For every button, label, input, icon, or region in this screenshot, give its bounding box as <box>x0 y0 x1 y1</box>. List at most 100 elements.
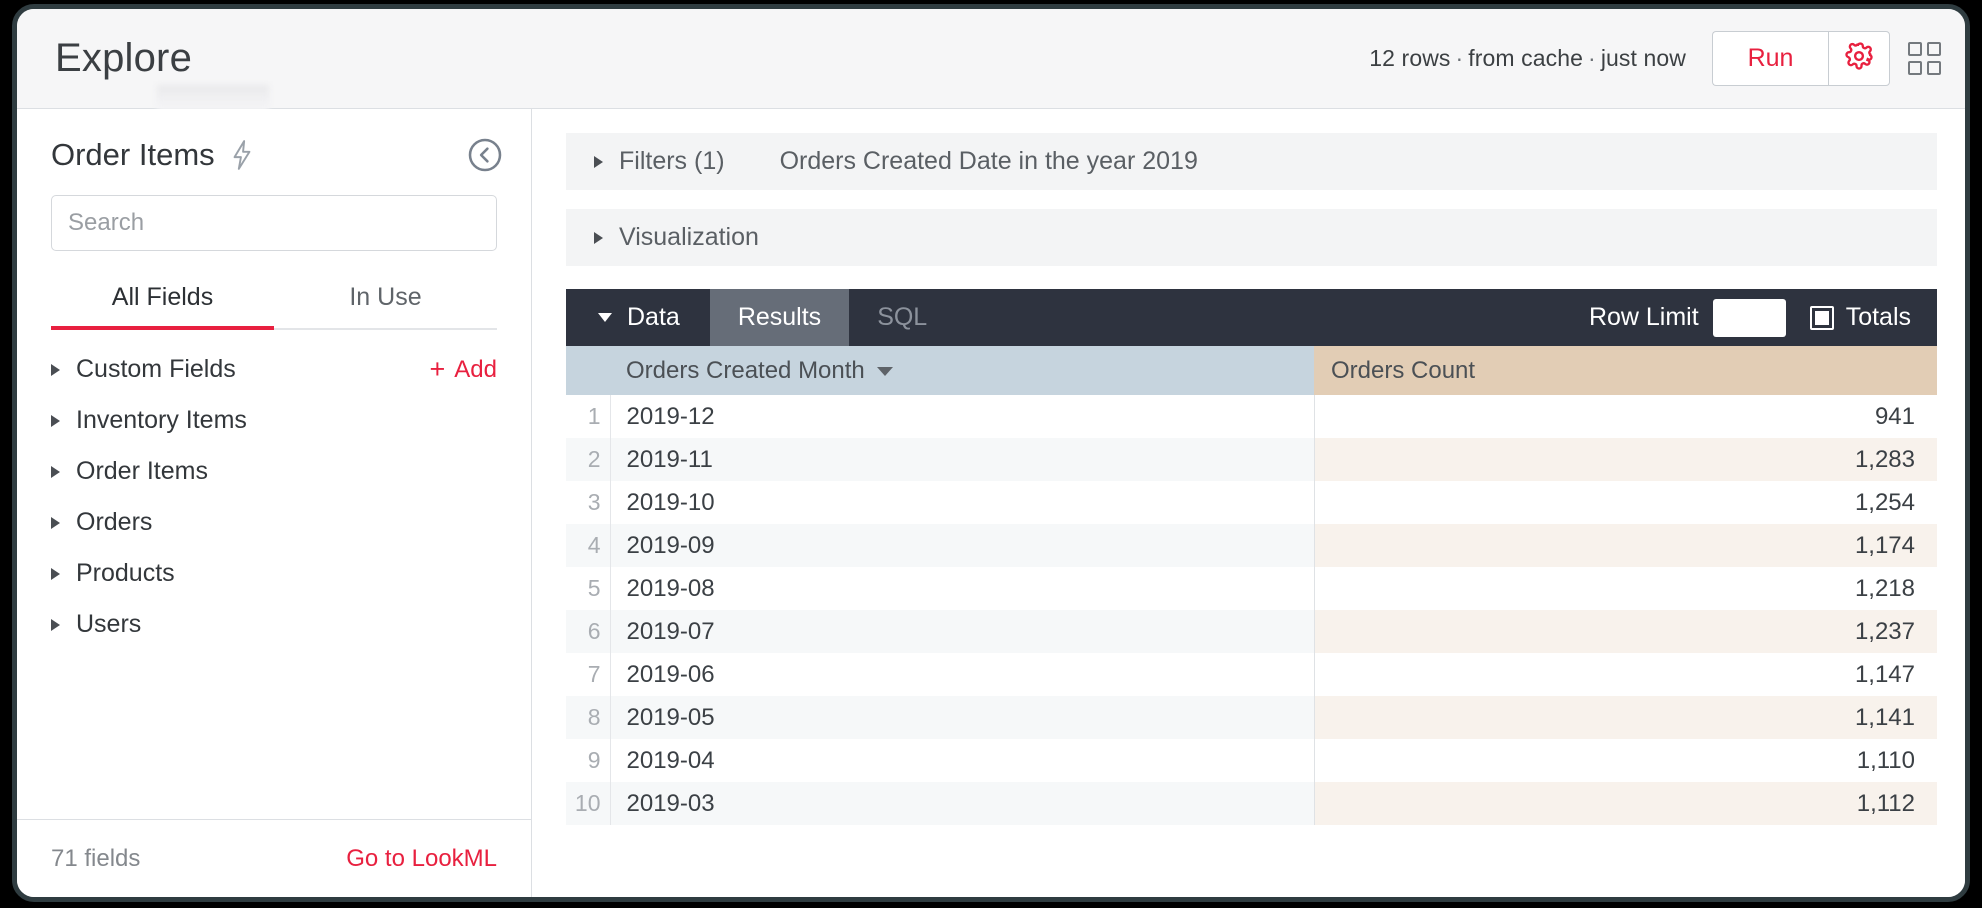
table-row[interactable]: 7 2019-06 1,147 <box>566 653 1937 696</box>
table-row[interactable]: 1 2019-12 941 <box>566 395 1937 438</box>
row-index-cell: 5 <box>566 567 611 610</box>
plus-icon: + <box>429 354 446 384</box>
cell-orders-created-month[interactable]: 2019-09 <box>610 524 1315 567</box>
row-index-cell: 3 <box>566 481 611 524</box>
cell-orders-count[interactable]: 1,110 <box>1314 739 1937 782</box>
chevron-right-icon <box>51 516 60 529</box>
grid-icon[interactable] <box>1908 42 1941 75</box>
visualization-accordion[interactable]: Visualization <box>566 209 1937 266</box>
field-group-users[interactable]: Users <box>51 599 497 650</box>
tab-results[interactable]: Results <box>709 289 850 346</box>
tab-sql[interactable]: SQL <box>849 289 955 346</box>
cell-orders-count[interactable]: 1,254 <box>1314 481 1937 524</box>
chevron-right-icon <box>594 155 603 168</box>
field-group-order-items[interactable]: Order Items <box>51 446 497 497</box>
cell-orders-created-month[interactable]: 2019-05 <box>610 696 1315 739</box>
row-limit-group: Row Limit Totals <box>1588 298 1937 337</box>
field-group-orders[interactable]: Orders <box>51 497 497 548</box>
totals-toggle[interactable]: Totals <box>1809 303 1911 332</box>
add-custom-field-button[interactable]: + Add <box>430 356 497 384</box>
row-index-cell: 4 <box>566 524 611 567</box>
cell-orders-count[interactable]: 1,141 <box>1314 696 1937 739</box>
table-row[interactable]: 3 2019-10 1,254 <box>566 481 1937 524</box>
row-limit-input[interactable] <box>1712 298 1786 337</box>
column-header-orders-count[interactable]: Orders Count <box>1314 346 1937 395</box>
add-label: Add <box>454 355 497 383</box>
cell-orders-created-month[interactable]: 2019-12 <box>610 395 1315 438</box>
chevron-right-icon <box>51 618 60 631</box>
field-group-label: Inventory Items <box>76 406 247 434</box>
lightning-bolt-icon[interactable] <box>229 139 255 171</box>
chevron-right-icon <box>51 567 60 580</box>
table-header-row: Orders Created Month Orders Count <box>566 346 1937 395</box>
query-source: from cache <box>1468 45 1584 71</box>
page-title: Explore <box>55 36 193 80</box>
cell-orders-created-month[interactable]: 2019-10 <box>610 481 1315 524</box>
cell-orders-count[interactable]: 1,112 <box>1314 782 1937 825</box>
column-header-orders-created-month[interactable]: Orders Created Month <box>610 346 1314 395</box>
status-separator-2: · <box>1588 45 1596 71</box>
chevron-down-icon <box>598 313 612 322</box>
data-section-toggle[interactable]: Data <box>566 289 710 346</box>
field-group-inventory-items[interactable]: Inventory Items <box>51 395 497 446</box>
cell-orders-count[interactable]: 1,174 <box>1314 524 1937 567</box>
application-window: Explore 12 rows · from cache · just now Run <box>12 4 1970 902</box>
tab-all-fields[interactable]: All Fields <box>51 277 274 330</box>
grid-cell-3 <box>1908 61 1922 75</box>
filters-accordion[interactable]: Filters (1) Orders Created Date in the y… <box>566 133 1937 190</box>
main-layout: Order Items All Fields In <box>17 109 1965 897</box>
run-button[interactable]: Run <box>1712 31 1828 86</box>
row-index-cell: 2 <box>566 438 611 481</box>
table-row[interactable]: 2 2019-11 1,283 <box>566 438 1937 481</box>
cell-orders-count[interactable]: 1,147 <box>1314 653 1937 696</box>
gear-icon <box>1844 41 1874 76</box>
field-group-custom-fields[interactable]: Custom Fields + Add <box>51 344 497 395</box>
cell-orders-count[interactable]: 1,237 <box>1314 610 1937 653</box>
cell-orders-created-month[interactable]: 2019-06 <box>610 653 1315 696</box>
explore-name: Order Items <box>51 137 215 172</box>
field-group-label: Products <box>76 559 175 587</box>
cell-orders-created-month[interactable]: 2019-11 <box>610 438 1315 481</box>
go-to-lookml-link[interactable]: Go to LookML <box>346 845 497 873</box>
table-row[interactable]: 6 2019-07 1,237 <box>566 610 1937 653</box>
cell-orders-created-month[interactable]: 2019-04 <box>610 739 1315 782</box>
chevron-right-icon <box>51 465 60 478</box>
chevron-right-icon <box>51 414 60 427</box>
query-time: just now <box>1600 45 1686 71</box>
status-separator-1: · <box>1455 45 1464 71</box>
field-group-list: Custom Fields + Add Inventory Items Orde… <box>17 330 531 819</box>
row-index-cell: 6 <box>566 610 611 653</box>
field-group-products[interactable]: Products <box>51 548 497 599</box>
table-row[interactable]: 9 2019-04 1,110 <box>566 739 1937 782</box>
sort-descending-icon <box>876 366 893 376</box>
field-tabs: All Fields In Use <box>51 277 497 330</box>
data-label: Data <box>627 303 680 331</box>
field-group-label: Custom Fields <box>76 355 236 383</box>
table-row[interactable]: 10 2019-03 1,112 <box>566 782 1937 825</box>
cell-orders-count[interactable]: 941 <box>1314 395 1937 438</box>
explore-main-panel: Filters (1) Orders Created Date in the y… <box>532 109 1965 897</box>
row-index-header <box>566 346 610 395</box>
table-row[interactable]: 4 2019-09 1,174 <box>566 524 1937 567</box>
grid-cell-4 <box>1927 61 1941 75</box>
chevron-right-icon <box>51 363 60 376</box>
results-table-head: Orders Created Month Orders Count <box>566 346 1937 395</box>
table-row[interactable]: 8 2019-05 1,141 <box>566 696 1937 739</box>
table-row[interactable]: 5 2019-08 1,218 <box>566 567 1937 610</box>
totals-checkbox[interactable] <box>1809 305 1834 330</box>
tab-in-use[interactable]: In Use <box>274 277 497 328</box>
cell-orders-created-month[interactable]: 2019-07 <box>610 610 1315 653</box>
search-input[interactable] <box>51 195 497 251</box>
cell-orders-created-month[interactable]: 2019-08 <box>610 567 1315 610</box>
cell-orders-count[interactable]: 1,218 <box>1314 567 1937 610</box>
cell-orders-count[interactable]: 1,283 <box>1314 438 1937 481</box>
filters-label: Filters (1) <box>619 147 725 175</box>
query-row-count: 12 rows <box>1369 45 1451 71</box>
grid-cell-1 <box>1908 42 1922 56</box>
row-limit-label: Row Limit <box>1588 303 1699 331</box>
collapse-sidebar-button[interactable] <box>467 137 503 173</box>
settings-button[interactable] <box>1828 31 1890 86</box>
data-toolbar: Data Results SQL Row Limit Totals <box>566 289 1937 346</box>
search-container <box>17 173 531 251</box>
cell-orders-created-month[interactable]: 2019-03 <box>610 782 1315 825</box>
